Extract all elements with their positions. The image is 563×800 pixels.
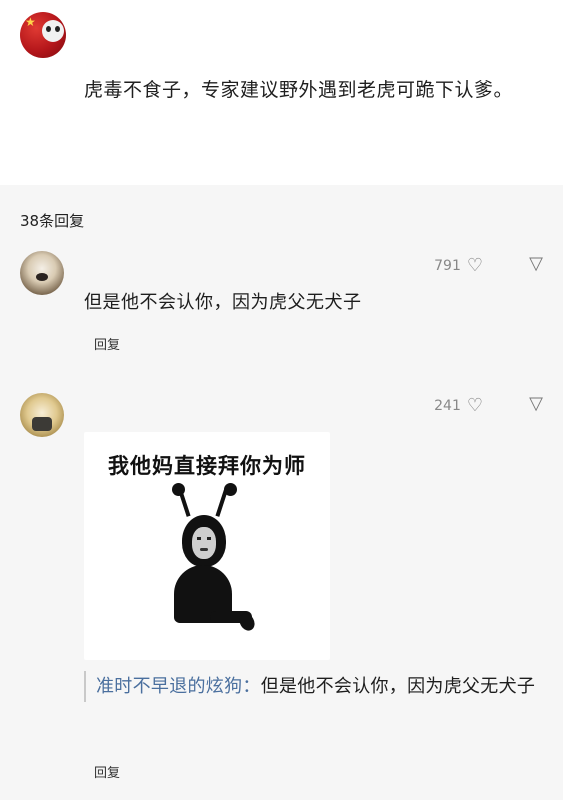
quoted-reply: 准时不早退的炫狗：但是他不会认你，因为虎父无犬子 [84,671,556,702]
post-text: 虎毒不食子，专家建议野外遇到老虎可跪下认爹。 [84,79,514,101]
figure-face [192,527,216,559]
avatar[interactable] [20,393,64,437]
reply-button[interactable]: 回复 [94,762,120,781]
reply-count: 38条回复 [20,212,85,230]
comment-text: 但是他不会认你，因为虎父无犬子 [84,292,362,313]
kneeling-figure-image [164,483,260,637]
antenna-ball-right [224,483,237,496]
thumb-up-icon: ♡ [466,395,483,416]
like-count: 241 [434,397,461,414]
like-count: 791 [434,257,461,274]
like-button[interactable]: 791 ♡ [434,255,483,276]
replies-section: 38条回复 791 ♡ ▽ 但是他不会认你，因为虎父无犬子 回复 241 ♡ ▽… [0,185,563,800]
avatar[interactable] [20,251,64,295]
meme-caption: 我他妈直接拜你为师 [108,454,306,478]
meme-image[interactable]: 我他妈直接拜你为师 [84,432,330,660]
thumb-down-icon[interactable]: ▽ [529,393,543,414]
avatar[interactable]: ★ [20,12,66,58]
quoted-username[interactable]: 准时不早退的炫狗： [96,676,261,697]
quoted-text: 但是他不会认你，因为虎父无犬子 [260,676,536,697]
star-icon: ★ [25,15,36,29]
like-button[interactable]: 241 ♡ [434,395,483,416]
original-post: ★ 虎毒不食子，专家建议野外遇到老虎可跪下认爹。 [0,0,563,185]
thumb-up-icon: ♡ [466,255,483,276]
panda-icon [42,20,64,42]
thumb-down-icon[interactable]: ▽ [529,253,543,274]
reply-button[interactable]: 回复 [94,334,120,353]
antenna-ball-left [172,483,185,496]
